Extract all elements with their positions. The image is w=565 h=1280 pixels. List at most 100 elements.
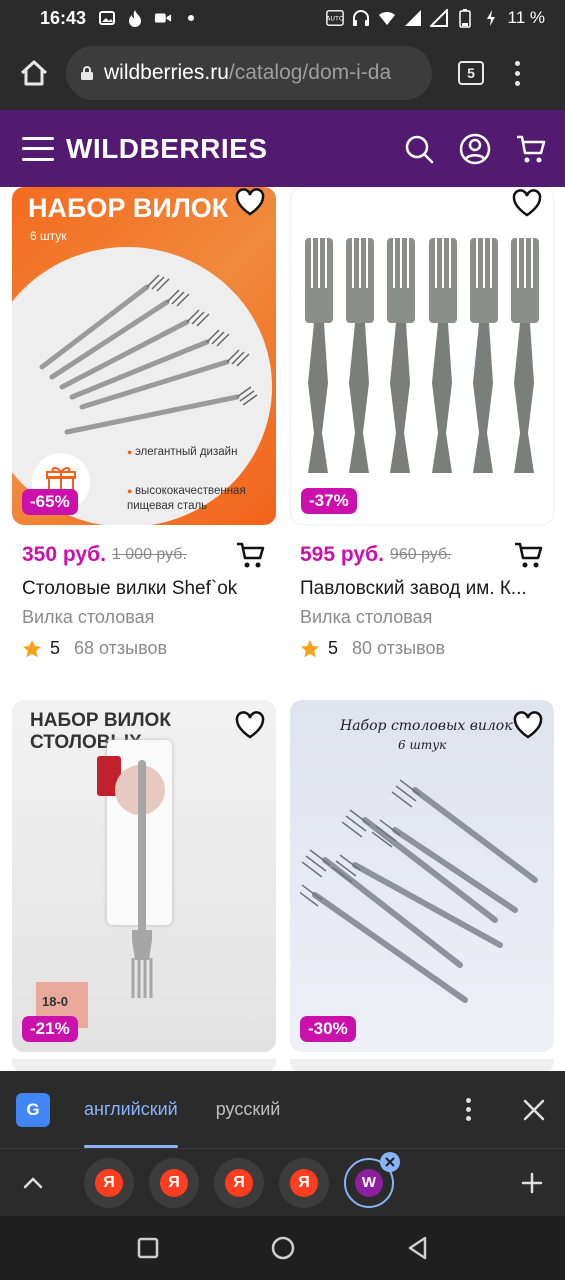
discount-badge: -65% xyxy=(22,489,78,515)
product-card[interactable]: НАБОР ВИЛОК СТОЛОВЫХ 18-0 -21% xyxy=(12,700,276,1052)
fork-illustration xyxy=(131,760,153,998)
rating: 5 80 отзывов xyxy=(290,638,554,659)
product-image[interactable]: -37% xyxy=(290,187,554,525)
review-count: 80 отзывов xyxy=(352,638,446,658)
star-icon xyxy=(301,639,319,657)
home-nav-icon[interactable] xyxy=(270,1235,296,1261)
tab-thumbnail[interactable]: Я xyxy=(84,1157,134,1208)
tab-thumbnail[interactable]: Я xyxy=(149,1157,199,1208)
google-translate-icon[interactable]: G xyxy=(16,1092,50,1127)
translate-lang-russian[interactable]: русский xyxy=(216,1071,281,1148)
search-icon[interactable] xyxy=(403,133,435,165)
image-feature: ● элегантный дизайн xyxy=(127,446,238,458)
yandex-icon: Я xyxy=(290,1168,318,1197)
recents-icon[interactable] xyxy=(135,1235,161,1261)
card-bottom-edge xyxy=(12,1059,276,1071)
yandex-icon: Я xyxy=(225,1168,253,1197)
browser-toolbar: wildberries.ru/catalog/dom-i-da 5 xyxy=(0,36,565,110)
favorite-heart-icon[interactable] xyxy=(234,710,266,740)
rating: 5 68 отзывов xyxy=(12,638,276,659)
image-subtitle: 6 штук xyxy=(398,738,447,752)
lock-icon xyxy=(81,66,93,80)
discount-badge: -21% xyxy=(22,1016,78,1042)
close-tab-icon[interactable] xyxy=(380,1151,400,1172)
video-icon xyxy=(154,10,172,26)
forks-illustration xyxy=(300,779,538,1003)
charging-icon xyxy=(482,10,500,26)
forks-illustration xyxy=(305,238,539,473)
wildberries-icon: W xyxy=(355,1168,383,1197)
image-title: Набор столовых вилок xyxy=(340,718,513,734)
cart-icon[interactable] xyxy=(515,133,547,165)
product-name[interactable]: Столовые вилки Shef`ok xyxy=(12,578,276,600)
site-logo[interactable]: WILDBERRIES xyxy=(66,133,268,165)
close-icon[interactable] xyxy=(523,1099,545,1121)
status-bar: 16:43 AUTO 11 % xyxy=(0,0,565,36)
product-image[interactable]: НАБОР ВИЛОК 6 штук ● элегантный дизайн ●… xyxy=(12,187,276,525)
rating-value: 5 xyxy=(328,638,339,658)
old-price: 1 000 руб. xyxy=(111,546,187,563)
card-bottom-edge xyxy=(290,1059,554,1071)
price: 350 руб. xyxy=(22,543,106,566)
yandex-icon: Я xyxy=(160,1168,188,1197)
tab-thumbnail[interactable]: Я xyxy=(214,1157,264,1208)
tab-thumbnail-current[interactable]: W xyxy=(344,1151,400,1208)
tab-switcher-button[interactable]: 5 xyxy=(458,61,484,85)
signal-sim2-icon xyxy=(429,9,448,27)
signal-sim1-icon xyxy=(404,10,422,26)
new-tab-icon[interactable] xyxy=(521,1172,543,1194)
system-navbar xyxy=(0,1216,565,1280)
home-button[interactable] xyxy=(14,53,54,93)
translate-options-icon[interactable] xyxy=(463,1098,473,1121)
tab-thumbnail[interactable]: Я xyxy=(279,1157,329,1208)
catalog-grid: НАБОР ВИЛОК 6 штук ● элегантный дизайн ●… xyxy=(0,187,565,1071)
product-card[interactable]: -37% 595 руб. 960 руб. Павловский завод … xyxy=(290,187,554,659)
fire-icon xyxy=(126,10,144,27)
dot-icon xyxy=(182,10,200,26)
translate-bar: G английский русский xyxy=(0,1071,565,1148)
address-bar[interactable]: wildberries.ru/catalog/dom-i-da xyxy=(66,46,432,100)
product-category: Вилка столовая xyxy=(300,607,433,627)
discount-badge: -30% xyxy=(300,1016,356,1042)
wifi-icon xyxy=(378,10,396,26)
status-notification-icons xyxy=(98,10,200,27)
chevron-up-icon[interactable] xyxy=(22,1176,44,1190)
product-category: Вилка столовая xyxy=(22,607,155,627)
add-to-cart-icon[interactable] xyxy=(514,541,544,569)
product-name[interactable]: Павловский завод им. К... xyxy=(290,578,554,600)
back-icon[interactable] xyxy=(405,1235,431,1261)
rating-value: 5 xyxy=(50,638,61,658)
status-system-icons: AUTO 11 % xyxy=(326,8,546,28)
image-feature: ● высококачественная пищевая сталь xyxy=(127,485,246,512)
status-time: 16:43 xyxy=(40,7,87,28)
favorite-heart-icon[interactable] xyxy=(234,187,266,217)
image-title: НАБОР ВИЛОК xyxy=(28,193,229,223)
gallery-icon xyxy=(98,10,116,26)
translate-lang-english[interactable]: английский xyxy=(84,1071,178,1148)
star-icon xyxy=(23,639,41,657)
discount-badge: -37% xyxy=(301,488,357,514)
site-header: WILDBERRIES xyxy=(0,110,565,187)
review-count: 68 отзывов xyxy=(74,638,168,658)
product-card[interactable]: НАБОР ВИЛОК 6 штук ● элегантный дизайн ●… xyxy=(12,187,276,659)
product-image[interactable]: НАБОР ВИЛОК СТОЛОВЫХ 18-0 -21% xyxy=(12,700,276,1052)
product-card[interactable]: Набор столовых вилок 6 штук -30% xyxy=(290,700,554,1052)
url-path: /catalog/dom-i-da xyxy=(228,61,392,84)
svg-text:AUTO: AUTO xyxy=(326,16,344,23)
auto-brightness-icon: AUTO xyxy=(326,10,344,26)
hamburger-menu-icon[interactable] xyxy=(22,136,54,161)
yandex-icon: Я xyxy=(95,1168,123,1197)
favorite-heart-icon[interactable] xyxy=(511,188,543,218)
home-icon xyxy=(20,60,48,86)
tab-strip: Я Я Я Я W xyxy=(0,1148,565,1216)
battery-icon xyxy=(456,9,474,28)
add-to-cart-icon[interactable] xyxy=(236,541,266,569)
favorite-heart-icon[interactable] xyxy=(512,710,544,740)
browser-menu-button[interactable] xyxy=(512,60,522,86)
price: 595 руб. xyxy=(300,543,384,566)
product-image[interactable]: Набор столовых вилок 6 штук -30% xyxy=(290,700,554,1052)
url-domain: wildberries.ru xyxy=(104,61,229,84)
profile-icon[interactable] xyxy=(459,133,491,165)
battery-percent: 11 % xyxy=(507,8,546,27)
old-price: 960 руб. xyxy=(389,546,452,563)
